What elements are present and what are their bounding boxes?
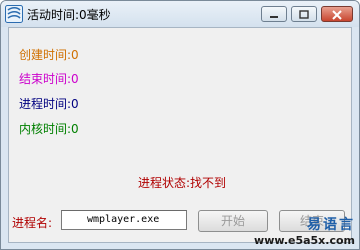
end-time-label: 结束时间:0 <box>19 72 79 86</box>
title-bar[interactable]: 活动时间:0毫秒 <box>1 1 359 27</box>
status-label: 进程状态: <box>138 176 191 190</box>
app-icon <box>5 5 23 23</box>
start-button[interactable]: 开始 <box>198 210 268 232</box>
main-window: 活动时间:0毫秒 创建时间:0 结束时间:0 进程时间:0 内核时间:0 进程状… <box>0 0 360 250</box>
maximize-icon <box>299 10 309 19</box>
process-name-input[interactable]: wmplayer.exe <box>61 210 187 230</box>
process-name-label: 进程名: <box>12 216 53 230</box>
kernel-time-label: 内核时间:0 <box>19 122 79 136</box>
process-time-label: 进程时间:0 <box>19 97 79 111</box>
close-icon <box>332 10 342 20</box>
minimize-icon <box>270 16 278 18</box>
created-time-label: 创建时间:0 <box>19 48 79 62</box>
window-title: 活动时间:0毫秒 <box>27 8 111 22</box>
close-button[interactable] <box>321 6 353 22</box>
process-status: 进程状态:找不到 <box>138 174 226 191</box>
end-button[interactable]: 结束 <box>279 210 345 232</box>
client-area: 创建时间:0 结束时间:0 进程时间:0 内核时间:0 进程状态:找不到 进程名… <box>8 27 352 243</box>
minimize-button[interactable] <box>261 6 287 22</box>
status-value: 找不到 <box>190 176 227 190</box>
maximize-button[interactable] <box>291 6 317 22</box>
process-name-value: wmplayer.exe <box>87 214 160 225</box>
